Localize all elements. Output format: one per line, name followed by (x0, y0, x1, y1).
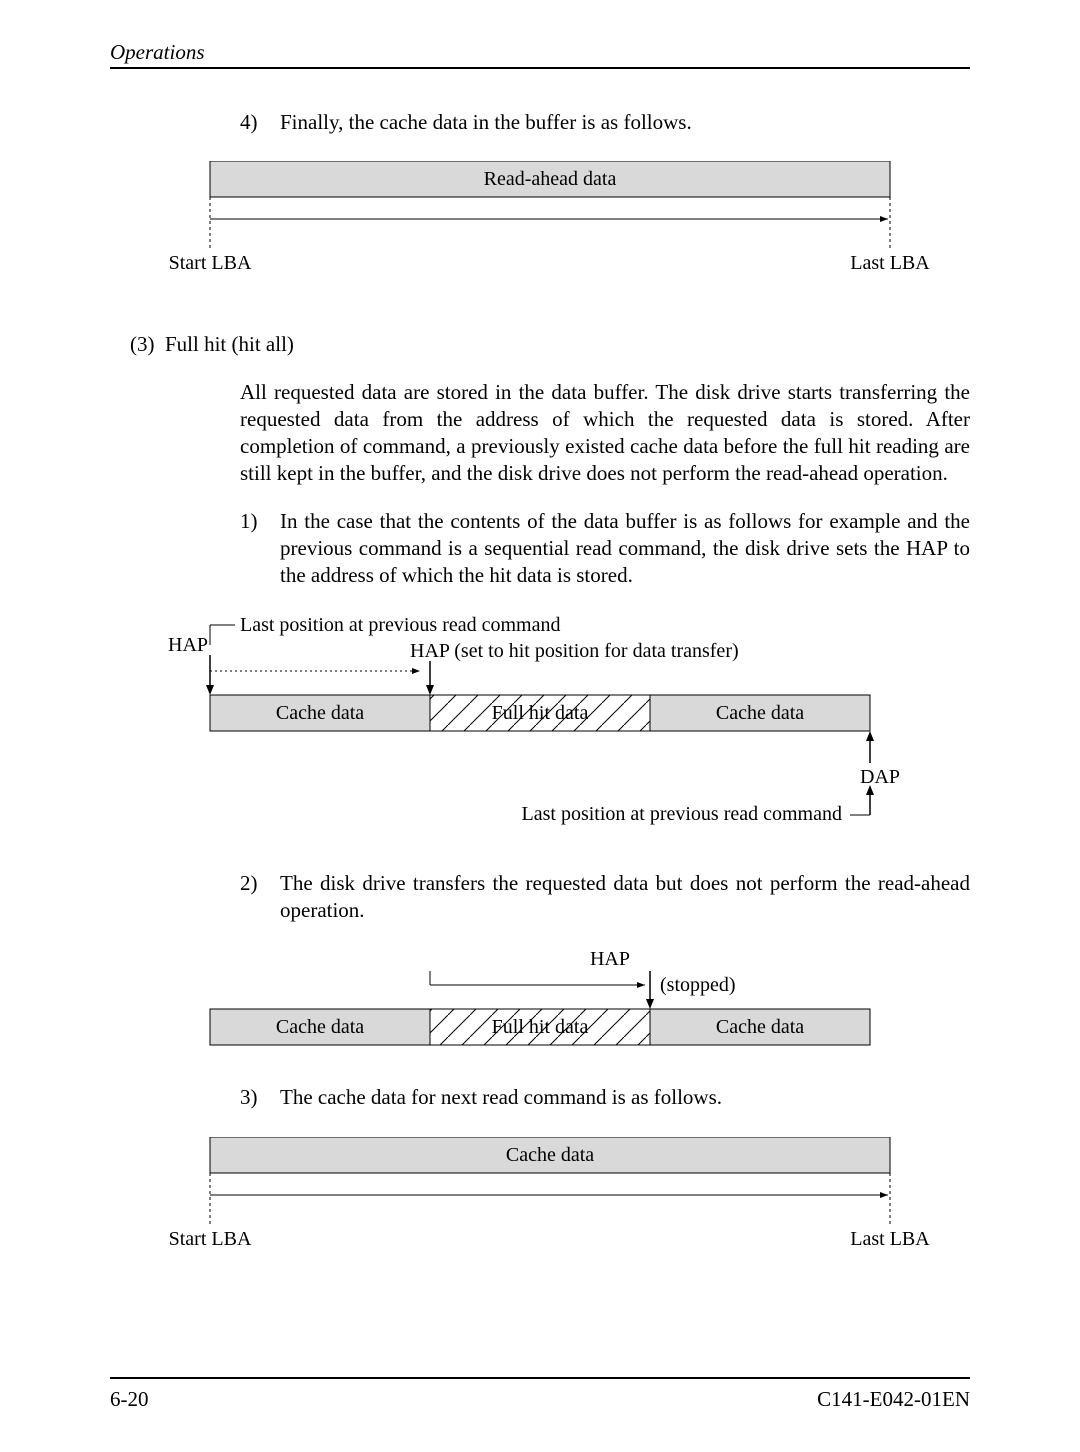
diag4-box-label: Cache data (506, 1144, 594, 1166)
diag2-hap-note: HAP (set to hit position for data transf… (410, 640, 739, 662)
diag3-cache-left: Cache data (276, 1016, 364, 1038)
diagram-read-ahead-buffer: Read-ahead data Start LBA Last LBA (110, 161, 970, 281)
sec3-title-text: Full hit (hit all) (165, 332, 294, 356)
diag4-right-label: Last LBA (850, 1228, 930, 1250)
diag2-full-hit: Full hit data (492, 702, 589, 724)
item3-text: The cache data for next read command is … (280, 1084, 722, 1111)
item2-num: 2) (240, 870, 280, 925)
sec3-paragraph: All requested data are stored in the dat… (240, 379, 970, 488)
diag3-hap-label: HAP (590, 949, 630, 970)
footer-left: 6-20 (110, 1387, 149, 1412)
list-item-2: 2) The disk drive transfers the requeste… (240, 870, 970, 925)
page-footer: 6-20 C141-E042-01EN (110, 1377, 970, 1412)
list-item-4: 4) Finally, the cache data in the buffer… (240, 109, 970, 136)
diag1-box-label: Read-ahead data (484, 168, 617, 190)
diagram-full-hit-2: HAP (stopped) Cache data Full hit data C… (110, 949, 970, 1059)
section-3-title: (3) Full hit (hit all) (130, 331, 970, 358)
item1-text: In the case that the contents of the dat… (280, 508, 970, 590)
diag1-right-label: Last LBA (850, 252, 930, 274)
diag3-stopped-label: (stopped) (660, 974, 736, 996)
diag3-cache-right: Cache data (716, 1016, 804, 1038)
header-rule (110, 67, 970, 69)
page-header-title: Operations (110, 40, 970, 65)
diag3-full-hit: Full hit data (492, 1016, 589, 1038)
diagram-cache-next: Cache data Start LBA Last LBA (110, 1137, 970, 1257)
list-item-1: 1) In the case that the contents of the … (240, 508, 970, 590)
diag2-lastpos-bot: Last position at previous read command (522, 803, 842, 825)
footer-right: C141-E042-01EN (817, 1387, 970, 1412)
diag2-hap-label: HAP (168, 634, 208, 656)
diag1-left-label: Start LBA (169, 252, 252, 274)
diag2-cache-left: Cache data (276, 702, 364, 724)
item2-text: The disk drive transfers the requested d… (280, 870, 970, 925)
list-item-3: 3) The cache data for next read command … (240, 1084, 970, 1111)
diag2-dap-label: DAP (860, 766, 900, 788)
diag2-lastpos-top: Last position at previous read command (240, 615, 560, 636)
sec3-num: (3) (130, 332, 155, 356)
item1-num: 1) (240, 508, 280, 590)
item3-num: 3) (240, 1084, 280, 1111)
diag2-cache-right: Cache data (716, 702, 804, 724)
item4-num: 4) (240, 109, 280, 136)
item4-text: Finally, the cache data in the buffer is… (280, 109, 692, 136)
diagram-full-hit-1: Last position at previous read command H… (110, 615, 970, 845)
diag4-left-label: Start LBA (169, 1228, 252, 1250)
